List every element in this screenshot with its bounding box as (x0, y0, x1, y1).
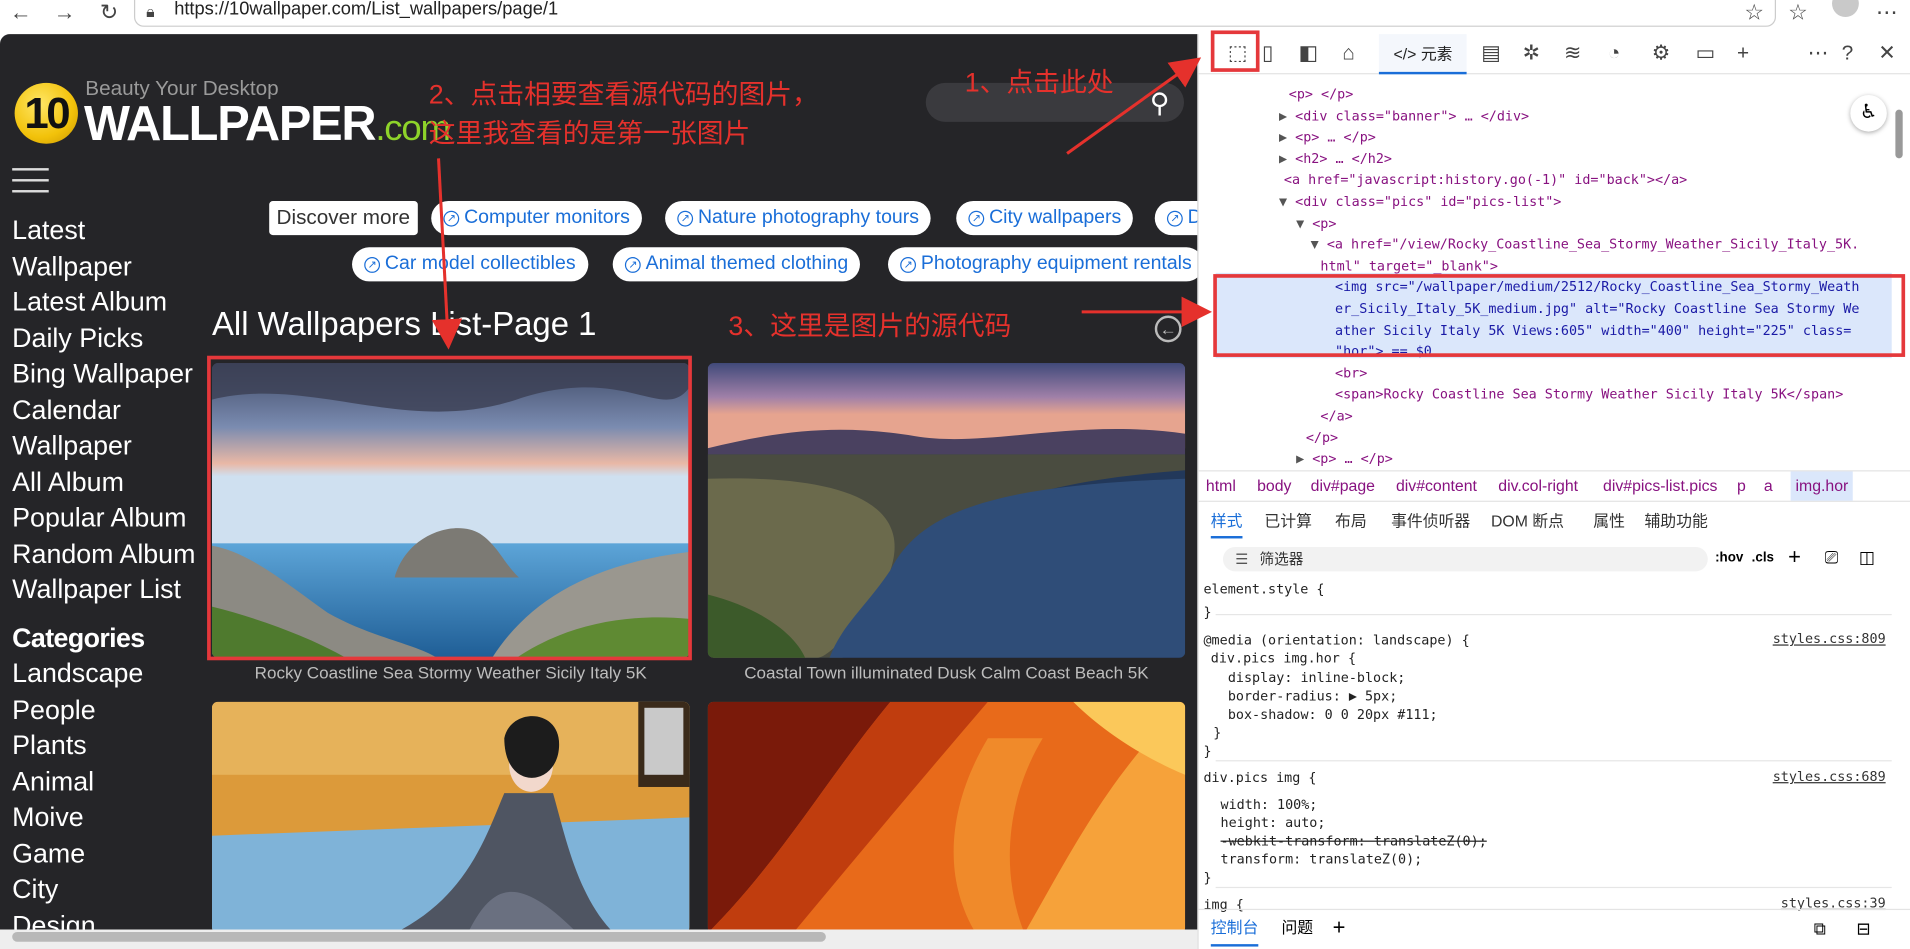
annotation-arrows (431, 57, 1213, 350)
annotation-step-2-line-1: 2、点击相要查看源代码的图片， (428, 79, 819, 110)
annotation-step-3: 3、这里是图片的源代码 (728, 310, 1012, 342)
annotation-step-1: 1、点击此处 (964, 67, 1114, 98)
annotation-step-2-line-2: 这里我查看的是第一张图片 (428, 118, 751, 149)
